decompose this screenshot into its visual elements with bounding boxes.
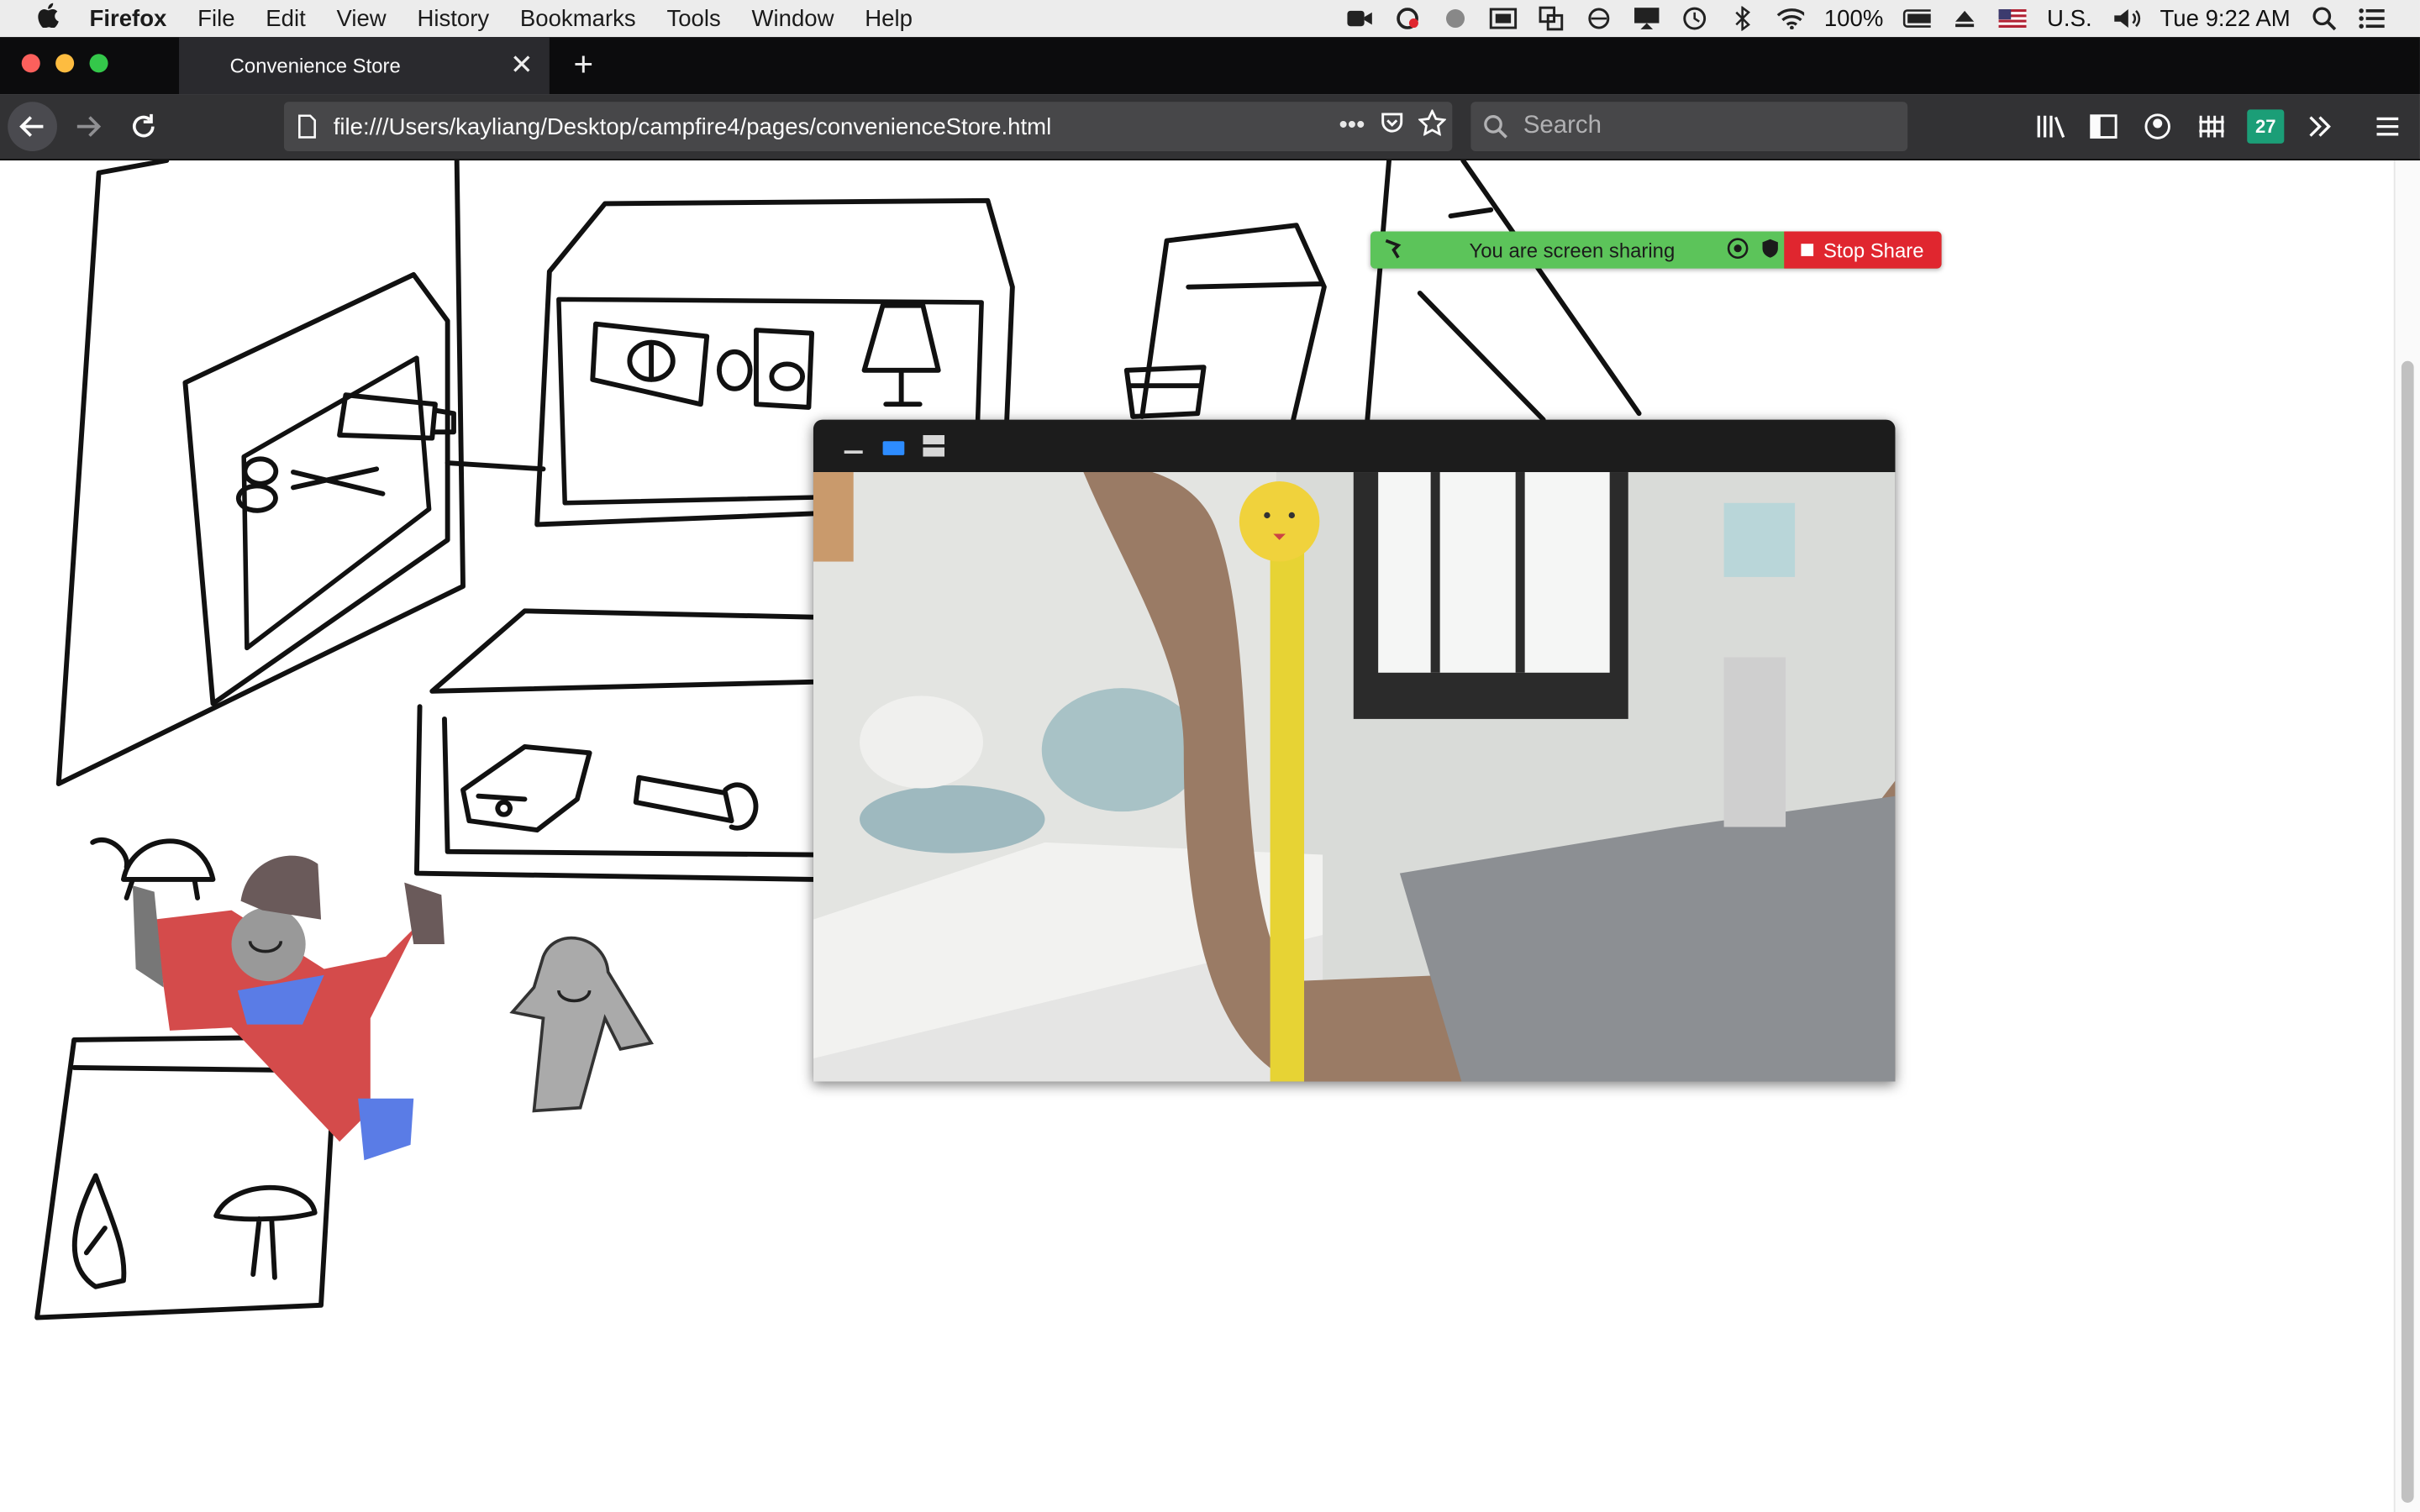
calendar-extension-icon[interactable]: 27 [2247, 109, 2285, 144]
scrollbar-thumb[interactable] [2401, 360, 2414, 1503]
copy-window-icon[interactable] [1537, 6, 1565, 31]
menu-history[interactable]: History [417, 5, 489, 31]
screen-sharing-status: You are screen sharing [1469, 238, 1676, 262]
tab-strip: Convenience Store ✕ + [0, 37, 2420, 95]
active-speaker-view-icon[interactable] [882, 441, 905, 455]
ghost-cutout [509, 936, 655, 1113]
yellow-pen [1270, 530, 1305, 1082]
sync-icon[interactable] [1585, 6, 1612, 30]
lamp-drawing [861, 302, 941, 407]
menu-edit[interactable]: Edit [266, 5, 305, 31]
search-icon [1484, 115, 1507, 139]
gallery-view-icon[interactable] [923, 434, 945, 457]
account-icon[interactable] [2139, 109, 2176, 143]
minimize-icon[interactable] [844, 450, 863, 454]
page-icon [298, 114, 316, 139]
turtle-drawing [90, 837, 216, 900]
left-wall-outline [55, 160, 466, 786]
library-icon[interactable] [2033, 109, 2070, 143]
time-machine-icon[interactable] [1681, 6, 1708, 30]
page-actions-icon[interactable]: ••• [1332, 113, 1372, 140]
tab-convenience-store[interactable]: Convenience Store ✕ [179, 37, 550, 95]
overflow-chevron-icon[interactable] [2302, 109, 2338, 143]
address-bar[interactable]: file:///Users/kayliang/Desktop/campfire4… [283, 102, 1453, 151]
page-scrollbar[interactable] [2393, 160, 2420, 1512]
hamburger-menu-icon[interactable] [2369, 109, 2406, 143]
input-source-label[interactable]: U.S. [2047, 5, 2092, 31]
window-zoom-button[interactable] [89, 54, 108, 73]
right-shelf-outline [1139, 223, 1327, 423]
mushroom-drawing [213, 1184, 318, 1280]
flashlight-drawing [633, 774, 759, 831]
spotlight-search-icon[interactable] [2311, 6, 2338, 31]
reload-icon[interactable] [118, 102, 168, 151]
tab-title: Convenience Store [229, 54, 401, 77]
menu-file[interactable]: File [197, 5, 234, 31]
menu-bookmarks[interactable]: Bookmarks [520, 5, 636, 31]
window-close-button[interactable] [21, 54, 40, 73]
us-flag-icon[interactable] [1999, 6, 2028, 30]
back-arrow-icon[interactable] [8, 102, 57, 151]
eject-icon[interactable] [1951, 6, 1979, 30]
search-input[interactable]: Search [1523, 113, 1602, 140]
bucket-drawing [1123, 365, 1207, 419]
notification-center-icon[interactable] [2358, 6, 2386, 30]
battery-icon[interactable] [1903, 6, 1932, 30]
fridge-outline [182, 271, 450, 706]
grid-extension-icon[interactable] [2193, 109, 2230, 143]
security-shield-icon[interactable] [1761, 237, 1780, 263]
stop-square-icon [1802, 244, 1814, 256]
recording-dot-icon[interactable] [1728, 237, 1749, 263]
search-bar[interactable]: Search [1470, 102, 1908, 151]
cassette-drawing [460, 744, 592, 833]
webcam-video-feed [813, 472, 1896, 1082]
menu-view[interactable]: View [336, 5, 386, 31]
toothpaste-drawing [337, 392, 456, 441]
bluetooth-icon[interactable] [1728, 6, 1756, 31]
pin-icon[interactable] [1383, 237, 1405, 263]
poster [1723, 502, 1796, 577]
window-minimize-button[interactable] [55, 54, 75, 73]
menu-window[interactable]: Window [752, 5, 834, 31]
creative-cloud-icon[interactable] [1393, 6, 1421, 30]
airplay-icon[interactable] [1633, 6, 1660, 30]
scissors-drawing [235, 456, 386, 513]
stop-share-label: Stop Share [1823, 238, 1924, 262]
url-text[interactable]: file:///Users/kayliang/Desktop/campfire4… [334, 113, 1332, 139]
menu-tools[interactable]: Tools [666, 5, 720, 31]
menubar-clock[interactable]: Tue 9:22 AM [2160, 5, 2290, 31]
screen-sharing-banner: You are screen sharing Stop Share [1370, 231, 1942, 269]
battery-percent: 100% [1823, 5, 1884, 32]
pocket-icon[interactable] [1372, 111, 1413, 142]
apple-menu-icon[interactable] [34, 3, 61, 34]
forward-arrow-icon[interactable] [63, 102, 113, 151]
video-window-toolbar [813, 420, 1896, 472]
screen-icon[interactable] [1489, 6, 1517, 30]
wifi-icon[interactable] [1776, 6, 1804, 30]
menu-app-firefox[interactable]: Firefox [90, 5, 167, 31]
pillow [860, 785, 1045, 853]
volume-icon[interactable] [2112, 6, 2140, 30]
counter-outline [413, 608, 816, 882]
navigation-bar: file:///Users/kayliang/Desktop/campfire4… [0, 94, 2420, 161]
video-thumbnail-window[interactable] [813, 419, 1896, 1082]
tab-close-icon[interactable]: ✕ [506, 50, 537, 81]
pen-topper [1239, 481, 1320, 562]
sidebar-icon[interactable] [2085, 109, 2122, 143]
macos-menu-bar: Firefox File Edit View History Bookmarks… [0, 0, 2420, 38]
stop-share-button[interactable]: Stop Share [1784, 231, 1942, 269]
mug-drawing [754, 328, 815, 410]
zoom-video-icon[interactable] [1345, 6, 1373, 30]
menu-help[interactable]: Help [865, 5, 913, 31]
new-tab-plus-icon[interactable]: + [565, 45, 602, 83]
character-cutout [132, 855, 445, 1161]
plant-drawing [71, 1173, 127, 1289]
bookmark-star-icon[interactable] [1413, 108, 1453, 143]
extension-icon[interactable] [1441, 6, 1469, 30]
